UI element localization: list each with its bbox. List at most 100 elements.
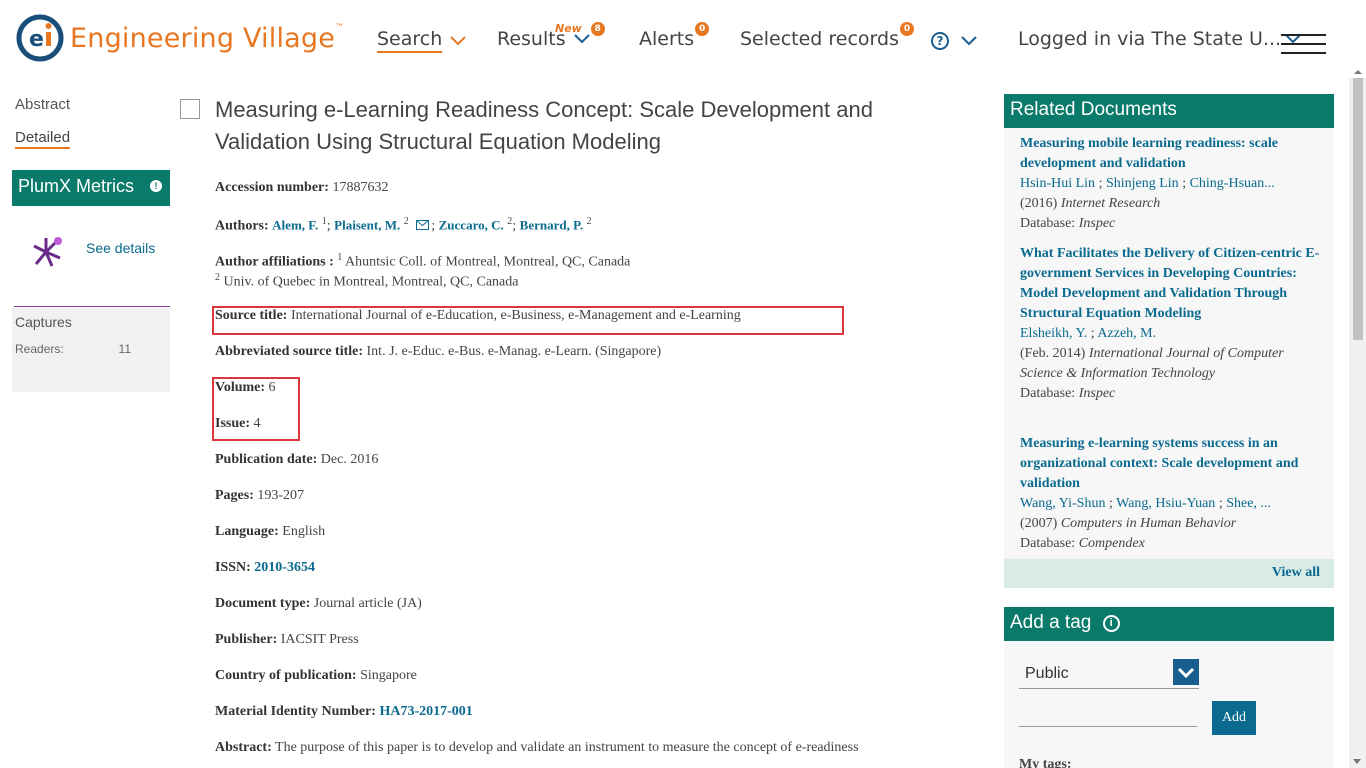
readers-row: Readers: 11 <box>15 342 131 356</box>
abstract-label: Abstract: <box>215 740 272 755</box>
related-db-label: Database: <box>1020 386 1076 401</box>
nav-results[interactable]: Results 8 <box>497 22 605 50</box>
plumx-logo-icon <box>33 237 62 267</box>
related-item-database: Database: Inspec <box>1020 214 1320 234</box>
affiliation-1: Ahuntsic Coll. of Montreal, Montreal, QC… <box>344 254 631 270</box>
accession-field: Accession number: 17887632 <box>215 180 388 196</box>
related-documents-title: Related Documents <box>1004 94 1334 128</box>
logged-in-label: Logged in via The State U... <box>1018 28 1282 50</box>
authors-label: Authors: <box>215 218 269 234</box>
view-all-bar: View all <box>1004 559 1334 588</box>
language-field: Language: English <box>215 524 325 540</box>
related-db: Compendex <box>1078 536 1145 551</box>
nav-account[interactable]: Logged in via The State U... <box>1018 28 1301 50</box>
chevron-down-icon <box>450 35 466 45</box>
selected-count-badge: 0 <box>900 22 914 36</box>
tab-detailed[interactable]: Detailed <box>15 129 71 149</box>
related-db-label: Database: <box>1020 216 1076 231</box>
tag-input[interactable] <box>1019 707 1197 727</box>
related-db: Inspec <box>1078 386 1116 401</box>
info-icon[interactable]: i <box>1102 615 1120 632</box>
doctype-field: Document type: Journal article (JA) <box>215 596 422 612</box>
issn-link[interactable]: 2010-3654 <box>254 560 315 575</box>
plumx-title: PlumX Metrics <box>18 176 135 196</box>
nav-help[interactable]: ? <box>931 32 977 50</box>
chevron-down-icon <box>573 34 590 44</box>
material-link[interactable]: HA73-2017-001 <box>379 704 472 719</box>
related-item-title[interactable]: Measuring e-learning systems success in … <box>1020 434 1320 494</box>
related-author-link[interactable]: Wang, Hsiu-Yuan <box>1116 496 1215 511</box>
material-id-field: Material Identity Number: HA73-2017-001 <box>215 704 473 720</box>
menu-icon[interactable] <box>1281 34 1326 54</box>
author-link[interactable]: Alem, F. <box>272 218 318 233</box>
related-item: Measuring e-learning systems success in … <box>1020 434 1320 554</box>
help-icon: ? <box>931 32 949 50</box>
country-value: Singapore <box>360 668 417 683</box>
email-icon[interactable] <box>416 219 430 230</box>
author-link[interactable]: Zuccaro, C. <box>439 218 504 233</box>
material-label: Material Identity Number: <box>215 704 376 719</box>
logo[interactable]: e Engineering Village™ <box>16 14 344 62</box>
author-link[interactable]: Plaisent, M. <box>334 218 400 233</box>
pubdate-label: Publication date: <box>215 452 318 467</box>
related-author-link[interactable]: Azzeh, M. <box>1097 326 1156 341</box>
plumx-divider <box>14 306 170 307</box>
related-year: (Feb. 2014) <box>1020 346 1086 361</box>
view-tabs: Abstract Detailed <box>15 96 71 165</box>
results-count-badge: 8 <box>590 22 605 36</box>
related-item-title[interactable]: Measuring mobile learning readiness: sca… <box>1020 134 1320 174</box>
nav-search-label: Search <box>377 28 443 53</box>
captures-heading: Captures <box>15 314 72 330</box>
affiliation-sup: 1 <box>337 252 343 263</box>
nav-alerts[interactable]: Alerts 0 <box>639 22 710 50</box>
affiliation-sup: 2 <box>215 272 220 283</box>
related-db: Inspec <box>1078 216 1116 231</box>
related-item-database: Database: Compendex <box>1020 534 1320 554</box>
select-record-checkbox[interactable] <box>180 99 200 119</box>
scrollbar-thumb[interactable] <box>1353 78 1363 340</box>
related-item-source: (2007) Computers in Human Behavior <box>1020 514 1320 534</box>
tab-abstract[interactable]: Abstract <box>15 96 70 113</box>
related-item-title[interactable]: What Facilitates the Delivery of Citizen… <box>1020 244 1320 324</box>
related-author-link[interactable]: Ching-Hsuan... <box>1190 176 1275 191</box>
engineering-village-logo-icon: e <box>16 14 64 62</box>
pubdate-value: Dec. 2016 <box>320 452 379 467</box>
chevron-down-icon <box>961 36 977 46</box>
info-icon[interactable]: ! <box>150 180 162 192</box>
affiliation-2: Univ. of Quebec in Montreal, Montreal, Q… <box>223 274 519 290</box>
chevron-down-icon[interactable] <box>1173 659 1199 685</box>
abbrev-value: Int. J. e-Educ. e-Bus. e-Manag. e-Learn.… <box>366 344 662 359</box>
source-highlight-box <box>212 306 844 335</box>
related-item-database: Database: Inspec <box>1020 384 1320 404</box>
nav-selected-records[interactable]: Selected records 0 <box>740 22 914 50</box>
scroll-up-arrow[interactable] <box>1350 64 1366 78</box>
related-author-link[interactable]: Shinjeng Lin <box>1106 176 1179 191</box>
abstract-field: Abstract: The purpose of this paper is t… <box>215 740 859 756</box>
accession-value: 17887632 <box>332 180 389 195</box>
nav-results-label: Results <box>497 28 566 50</box>
view-all-link[interactable]: View all <box>1272 565 1320 581</box>
readers-value: 11 <box>118 342 131 356</box>
author-sup: 1 <box>321 216 327 227</box>
my-tags-label: My tags: <box>1019 757 1072 768</box>
vertical-scrollbar[interactable] <box>1349 78 1366 768</box>
scroll-down-arrow[interactable] <box>1353 759 1361 764</box>
nav-alerts-label: Alerts <box>639 28 695 50</box>
add-tag-button[interactable]: Add <box>1212 701 1256 735</box>
affiliations-field: Author affiliations : 1 Ahuntsic Coll. o… <box>215 252 630 271</box>
publisher-label: Publisher: <box>215 632 278 647</box>
see-details-link[interactable]: See details <box>86 240 155 256</box>
related-author-link[interactable]: Hsin-Hui Lin <box>1020 176 1095 191</box>
related-author-link[interactable]: Shee, ... <box>1226 496 1271 511</box>
readers-label: Readers: <box>15 342 64 356</box>
related-author-link[interactable]: Wang, Yi-Shun <box>1020 496 1105 511</box>
svg-text:e: e <box>29 27 44 52</box>
abbrev-label: Abbreviated source title: <box>215 344 364 359</box>
pages-field: Pages: 193-207 <box>215 488 304 504</box>
tag-visibility-select[interactable]: Public <box>1019 657 1199 689</box>
nav-search[interactable]: Search <box>377 28 466 53</box>
publisher-field: Publisher: IACSIT Press <box>215 632 359 648</box>
author-link[interactable]: Bernard, P. <box>520 218 583 233</box>
related-author-link[interactable]: Elsheikh, Y. <box>1020 326 1087 341</box>
tag-visibility-value: Public <box>1025 665 1069 682</box>
